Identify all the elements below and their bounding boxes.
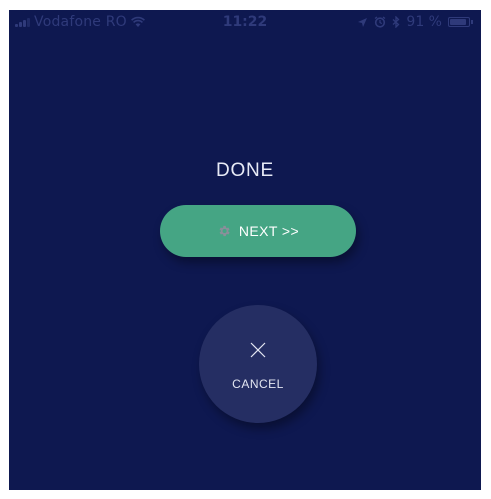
app-screen: Vodafone RO 11:22 91 % DONE NEXT >> CANC… <box>9 10 481 490</box>
done-title: DONE <box>215 160 275 181</box>
bluetooth-icon <box>392 16 400 28</box>
status-bar: Vodafone RO 11:22 91 % <box>9 10 481 36</box>
status-right: 91 % <box>357 14 473 30</box>
battery-fill <box>450 19 467 25</box>
alarm-icon <box>375 16 386 28</box>
battery-icon <box>448 17 473 27</box>
close-icon <box>250 342 266 358</box>
cancel-button[interactable]: CANCEL <box>199 305 317 423</box>
location-icon <box>358 17 368 27</box>
gear-icon <box>219 225 230 237</box>
battery-percent: 91 % <box>406 14 442 30</box>
next-button[interactable]: NEXT >> <box>160 205 356 257</box>
cancel-button-label: CANCEL <box>232 377 284 391</box>
next-button-label: NEXT >> <box>238 223 300 239</box>
